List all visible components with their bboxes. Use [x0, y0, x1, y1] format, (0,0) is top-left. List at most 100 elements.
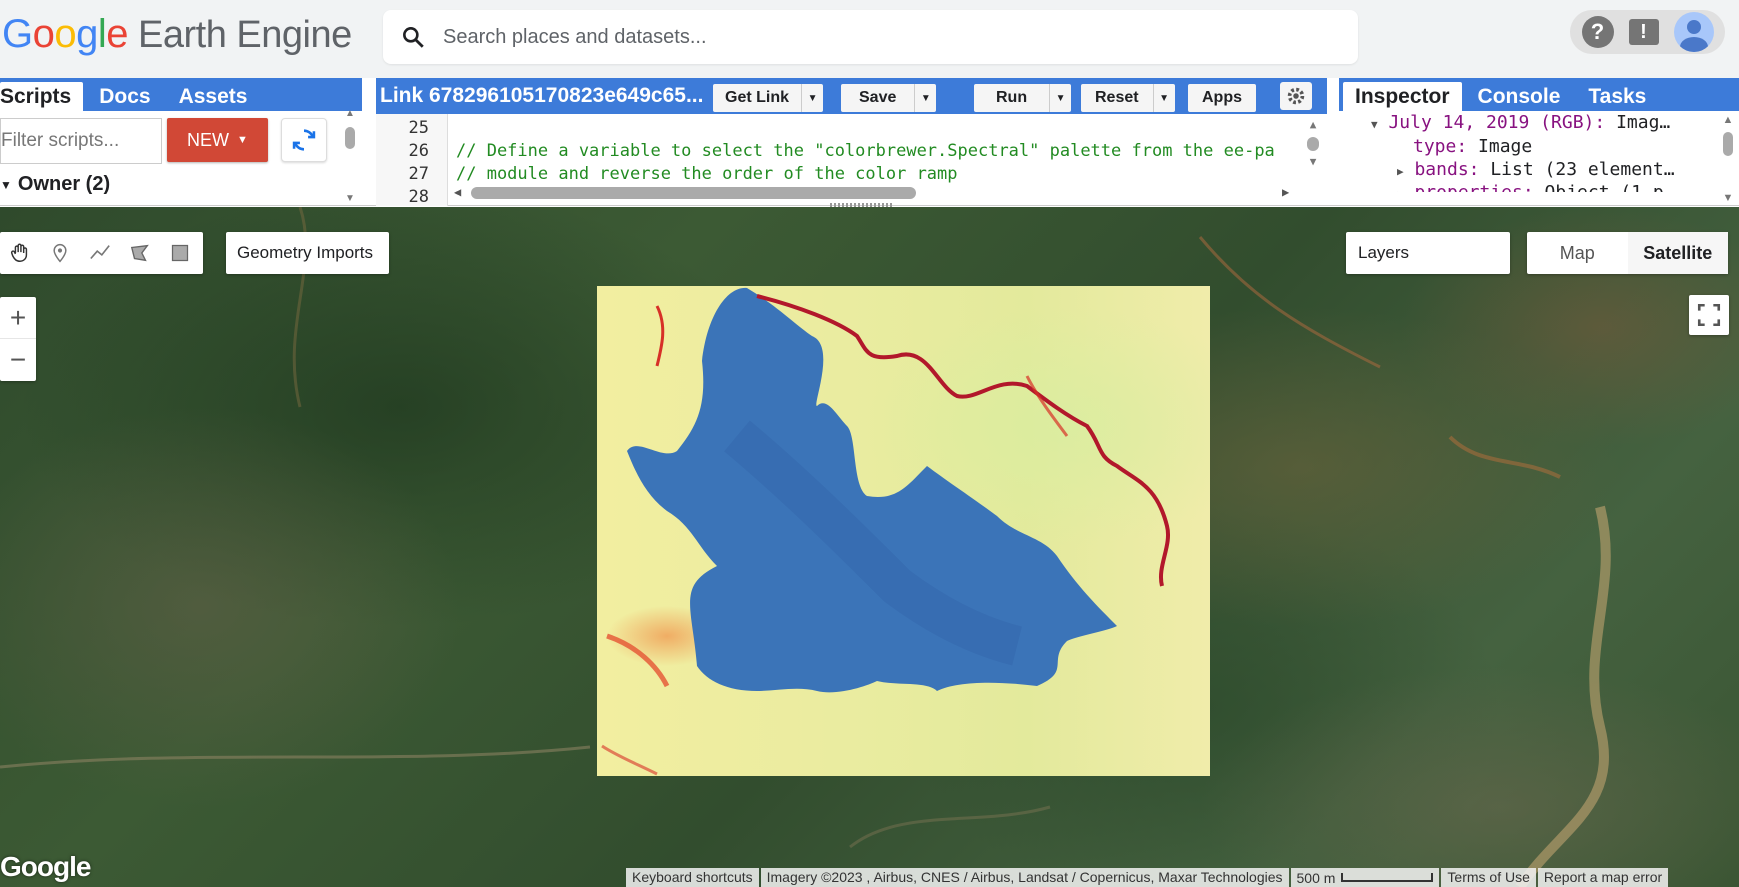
ndwi-raster-layer: [597, 286, 1210, 776]
map-type-map[interactable]: Map: [1527, 232, 1628, 274]
expand-triangle-icon: ▶: [1397, 165, 1404, 178]
code-line[interactable]: // Define a variable to select the "colo…: [456, 141, 1275, 161]
run-button[interactable]: Run ▼: [974, 84, 1072, 112]
point-marker-icon[interactable]: [40, 232, 80, 274]
get-link-button[interactable]: Get Link ▼: [713, 84, 824, 112]
type-key: type:: [1413, 136, 1468, 157]
reset-button[interactable]: Reset ▼: [1081, 84, 1175, 112]
save-button[interactable]: Save ▼: [841, 84, 937, 112]
zoom-out-button[interactable]: −: [0, 339, 36, 381]
fullscreen-icon[interactable]: [1689, 295, 1729, 335]
chevron-down-icon[interactable]: ▼: [1049, 84, 1071, 112]
water-body: [627, 287, 1117, 693]
river-channel: [601, 744, 658, 776]
inspector-scrollbar[interactable]: ▲ ▼: [1721, 114, 1735, 204]
logo-letter: o: [32, 12, 55, 56]
google-logo[interactable]: Google: [0, 851, 91, 883]
inspector-image-name: July 14, 2019 (RGB):: [1388, 112, 1606, 133]
code-editor[interactable]: 25 26 27 28 // Define a variable to sele…: [376, 114, 1327, 206]
zoom-in-button[interactable]: +: [0, 297, 36, 339]
inspector-properties-row[interactable]: ▶ properties: Object (1 p…: [1397, 182, 1675, 192]
search-bar[interactable]: [383, 10, 1358, 64]
earth-engine-logo[interactable]: Google Earth Engine: [2, 12, 352, 58]
save-label: Save: [859, 89, 897, 106]
properties-value: Object (1 p…: [1545, 182, 1675, 192]
scroll-right-icon[interactable]: ▶: [1282, 185, 1289, 199]
rectangle-tool-icon[interactable]: [160, 232, 200, 274]
pan-hand-icon[interactable]: [0, 232, 40, 274]
scripts-panel: Scripts Docs Assets Filter scripts... NE…: [0, 78, 362, 206]
chevron-down-icon[interactable]: ▼: [1152, 84, 1175, 112]
layers-button[interactable]: Layers: [1346, 232, 1510, 274]
code-editor-panels: Scripts Docs Assets Filter scripts... NE…: [0, 78, 1739, 206]
owner-folder[interactable]: ▼ Owner (2): [0, 173, 110, 196]
scale-line: [1341, 873, 1434, 882]
inspector-type-row: type: Image: [1413, 136, 1532, 157]
line-number: 25: [408, 118, 429, 138]
left-tabbar: Scripts Docs Assets: [0, 78, 362, 111]
map-type-satellite[interactable]: Satellite: [1627, 232, 1728, 274]
properties-key: properties:: [1414, 182, 1533, 192]
editor-scrollbar[interactable]: ▲ ▼: [1306, 118, 1320, 178]
refresh-icon[interactable]: [281, 118, 327, 162]
get-link-label: Get Link: [725, 89, 790, 106]
editor-toolbar: Link 678296105170823e649c65... Get Link …: [376, 78, 1327, 114]
line-number: 28: [408, 187, 429, 206]
search-icon[interactable]: [383, 24, 443, 50]
river-channel: [606, 633, 670, 688]
imagery-attribution: Imagery ©2023 , Airbus, CNES / Airbus, L…: [760, 868, 1289, 887]
tab-tasks[interactable]: Tasks: [1576, 82, 1658, 111]
river-channel: [1025, 375, 1069, 437]
account-avatar[interactable]: [1673, 12, 1714, 52]
scale-label: 500 m: [1296, 869, 1336, 886]
expand-triangle-icon: ▶: [1397, 188, 1404, 192]
new-button[interactable]: NEW ▼: [167, 118, 268, 162]
polygon-tool-icon[interactable]: [120, 232, 160, 274]
expand-triangle-icon: ▼: [1371, 118, 1378, 131]
keyboard-shortcuts-link[interactable]: Keyboard shortcuts: [626, 868, 759, 887]
tab-docs[interactable]: Docs: [87, 82, 162, 111]
search-input[interactable]: [443, 25, 1358, 49]
logo-letter: g: [76, 12, 98, 56]
map-canvas[interactable]: Geometry Imports Layers + − Map Satellit…: [0, 207, 1739, 887]
run-label: Run: [996, 89, 1028, 106]
right-tabbar: Inspector Console Tasks: [1339, 78, 1739, 111]
tab-console[interactable]: Console: [1466, 82, 1573, 111]
line-number: 26: [408, 141, 429, 161]
line-gutter: 25 26 27 28: [376, 114, 448, 206]
apps-button[interactable]: Apps: [1188, 84, 1256, 112]
help-icon[interactable]: ?: [1581, 16, 1614, 48]
report-map-error-link[interactable]: Report a map error: [1537, 868, 1669, 887]
chevron-down-icon[interactable]: ▼: [801, 84, 823, 112]
filter-scripts-input[interactable]: Filter scripts...: [0, 118, 162, 164]
chevron-down-icon: ▼: [237, 134, 248, 146]
gear-icon[interactable]: [1280, 82, 1312, 110]
header-actions: ? !: [1570, 10, 1725, 54]
editor-panel: Link 678296105170823e649c65... Get Link …: [376, 78, 1327, 206]
feedback-icon[interactable]: !: [1628, 19, 1659, 45]
inspector-panel: Inspector Console Tasks ▼ July 14, 2019 …: [1339, 78, 1739, 206]
river-channel: [655, 305, 665, 367]
line-number: 27: [408, 164, 429, 184]
line-tool-icon[interactable]: [80, 232, 120, 274]
chevron-down-icon[interactable]: ▼: [914, 84, 936, 112]
map-attribution-bar: Keyboard shortcuts Imagery ©2023 , Airbu…: [624, 868, 1669, 887]
inspector-image-row[interactable]: ▼ July 14, 2019 (RGB): Imag…: [1371, 112, 1670, 133]
owner-label: Owner (2): [17, 173, 111, 195]
bands-value: List (23 element…: [1490, 159, 1675, 180]
tab-inspector[interactable]: Inspector: [1343, 82, 1462, 111]
logo-product-name: Earth Engine: [138, 14, 352, 56]
horizontal-scrollbar[interactable]: [471, 187, 916, 199]
scale-bar[interactable]: 500 m: [1290, 868, 1440, 887]
code-line[interactable]: // module and reverse the order of the c…: [456, 164, 958, 184]
scroll-left-icon[interactable]: ◀: [454, 185, 461, 199]
bands-key: bands:: [1414, 159, 1480, 180]
tab-assets[interactable]: Assets: [167, 82, 260, 111]
reset-label: Reset: [1095, 89, 1139, 106]
tab-scripts[interactable]: Scripts: [0, 82, 84, 111]
geometry-imports-button[interactable]: Geometry Imports: [226, 232, 389, 274]
inspector-bands-row[interactable]: ▶ bands: List (23 element…: [1397, 159, 1675, 180]
scripts-scrollbar[interactable]: ▲ ▼: [343, 108, 357, 204]
terms-of-use-link[interactable]: Terms of Use: [1441, 868, 1536, 887]
logo-letter: e: [106, 12, 129, 56]
